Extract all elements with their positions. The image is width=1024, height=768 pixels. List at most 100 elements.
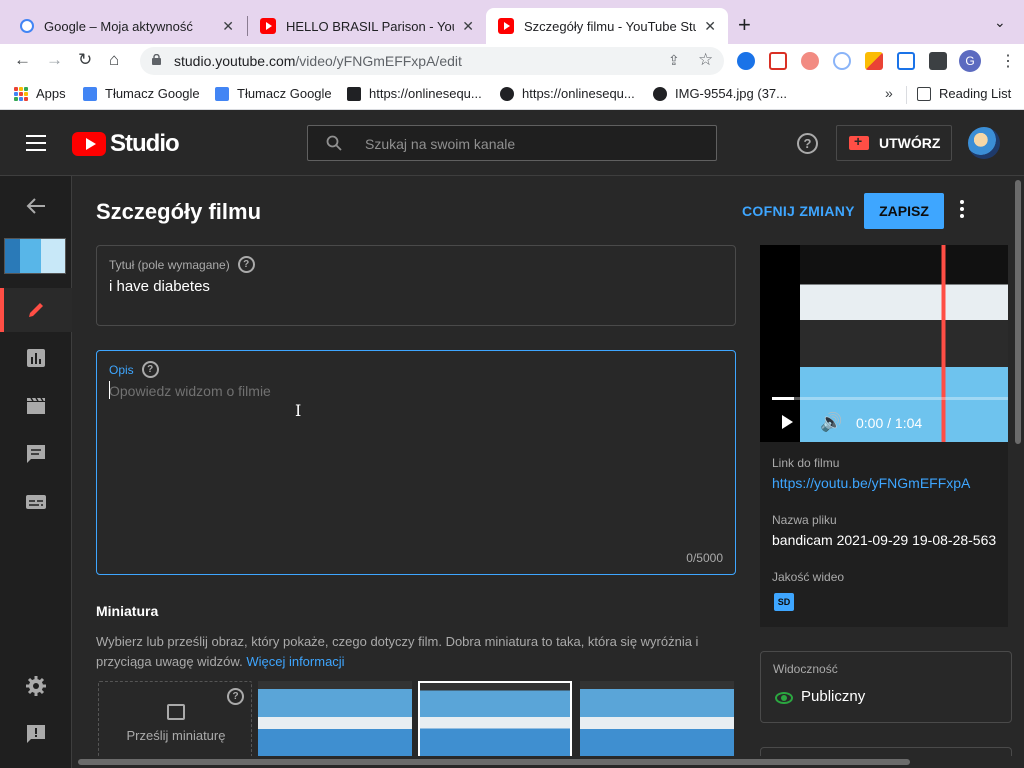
studio-logo[interactable]: Studio — [72, 130, 180, 158]
help-icon[interactable]: ? — [141, 361, 159, 378]
visibility-value: Publiczny — [801, 688, 866, 705]
address-bar[interactable]: studio.youtube.com/video/yFNGmEFFxpA/edi… — [140, 47, 724, 75]
bookmark-translate-1[interactable]: Tłumacz Google — [83, 86, 200, 101]
thumbnail-option-1[interactable] — [258, 681, 412, 756]
feedback-icon — [27, 725, 45, 743]
tab-video-details[interactable]: Szczegóły filmu - YouTube Stu ✕ — [486, 8, 728, 44]
save-button[interactable]: ZAPISZ — [864, 193, 944, 229]
studio-header: Studio Szukaj na swoim kanale ? UTWÓRZ — [0, 110, 1024, 176]
bookmark-img-9554[interactable]: IMG-9554.jpg (37... — [653, 86, 787, 101]
upload-thumbnail-button[interactable]: ? Prześlij miniaturę — [98, 681, 252, 756]
extension-screenshot-icon[interactable] — [769, 52, 787, 70]
create-camera-icon — [849, 133, 869, 150]
help-icon[interactable]: ? — [237, 256, 255, 273]
thumbnail-heading: Miniatura — [96, 603, 159, 619]
bookmark-onlinesequencer-2[interactable]: https://onlinesequ... — [500, 86, 635, 101]
nav-settings[interactable] — [0, 664, 72, 708]
quality-label: Jakość wideo — [772, 570, 845, 584]
menu-hamburger-icon[interactable] — [26, 135, 46, 156]
progress-bar[interactable] — [772, 397, 1008, 400]
video-player[interactable]: 🔊 0:00 / 1:04 — [760, 245, 1008, 442]
nav-details[interactable] — [0, 288, 72, 332]
comments-icon — [27, 445, 45, 463]
translate-icon — [83, 86, 97, 101]
tab-title: Google – Moja aktywność — [44, 18, 193, 34]
help-icon[interactable]: ? — [227, 688, 244, 705]
video-link[interactable]: https://youtu.be/yFNGmEFFxpA — [772, 475, 970, 491]
play-icon[interactable] — [782, 415, 793, 429]
volume-icon[interactable]: 🔊 — [820, 412, 842, 433]
undo-changes-button[interactable]: COFNIJ ZMIANY — [742, 203, 855, 219]
filename-label: Nazwa pliku — [772, 513, 837, 527]
home-icon[interactable]: ⌂ — [109, 50, 119, 70]
forward-arrow-icon[interactable]: → — [46, 50, 63, 70]
extension-arrow-icon[interactable] — [801, 52, 819, 70]
nav-subtitles[interactable] — [0, 480, 72, 524]
channel-search-input[interactable]: Szukaj na swoim kanale — [307, 125, 717, 161]
create-button[interactable]: UTWÓRZ — [836, 125, 952, 161]
channel-avatar[interactable] — [968, 127, 1000, 159]
close-tab-icon[interactable]: ✕ — [704, 18, 716, 35]
youtube-studio-app: Studio Szukaj na swoim kanale ? UTWÓRZ — [0, 110, 1024, 768]
help-icon[interactable]: ? — [797, 133, 818, 154]
new-tab-button[interactable]: + — [738, 12, 751, 38]
bookmark-translate-2[interactable]: Tłumacz Google — [215, 86, 332, 101]
nav-editor[interactable] — [0, 384, 72, 428]
bookmarks-bar: Apps Tłumacz Google Tłumacz Google https… — [0, 78, 1024, 110]
text-caret — [109, 381, 110, 399]
tab-google-activity[interactable]: Google – Moja aktywność ✕ — [8, 8, 246, 44]
back-to-content-button[interactable] — [0, 184, 72, 228]
extension-globe-icon[interactable] — [737, 52, 755, 70]
reading-list-button[interactable]: Reading List — [917, 86, 1011, 101]
eye-icon — [775, 692, 793, 704]
nav-analytics[interactable] — [0, 336, 72, 380]
pencil-icon — [29, 303, 43, 317]
sd-quality-badge: SD — [774, 593, 794, 611]
vertical-scrollbar[interactable] — [1012, 176, 1024, 768]
description-placeholder[interactable]: Opowiedz widzom o filmie — [109, 383, 271, 399]
tab-hello-brasil[interactable]: HELLO BRASIL Parison - YouTu ✕ — [248, 8, 486, 44]
sequencer-icon — [347, 86, 361, 101]
description-field-label: Opis — [109, 362, 134, 377]
bookmarks-overflow-icon[interactable]: » — [885, 85, 893, 101]
description-field[interactable]: Opis ? Opowiedz widzom o filmie 0/5000 — [96, 350, 736, 575]
share-icon[interactable]: ⇪ — [668, 52, 680, 69]
browser-toolbar: ← → ↻ ⌂ studio.youtube.com/video/yFNGmEF… — [0, 44, 1024, 78]
more-info-link[interactable]: Więcej informacji — [246, 654, 344, 669]
globe-icon — [500, 86, 514, 101]
youtube-icon — [498, 18, 514, 34]
nav-comments[interactable] — [0, 432, 72, 476]
close-tab-icon[interactable]: ✕ — [462, 18, 474, 35]
extension-drive-icon[interactable] — [865, 52, 883, 70]
browser-menu-icon[interactable]: ⋮ — [1000, 51, 1016, 71]
title-value[interactable]: i have diabetes — [109, 278, 210, 295]
visibility-card[interactable]: Widoczność Publiczny — [760, 651, 1012, 723]
lock-icon — [152, 54, 161, 65]
profile-avatar[interactable]: G — [959, 50, 981, 72]
video-time: 0:00 / 1:04 — [856, 415, 923, 431]
search-icon — [326, 135, 342, 151]
youtube-logo-icon — [72, 132, 106, 156]
thumbnail-option-3[interactable] — [580, 681, 734, 756]
video-thumbnail-small[interactable] — [4, 238, 66, 274]
close-tab-icon[interactable]: ✕ — [222, 18, 234, 35]
bookmark-apps[interactable]: Apps — [14, 86, 66, 101]
extension-record-icon[interactable] — [897, 52, 915, 70]
reload-icon[interactable]: ↻ — [78, 50, 92, 70]
page-title: Szczegóły filmu — [96, 199, 262, 224]
horizontal-scrollbar[interactable] — [72, 756, 1012, 768]
back-arrow-icon[interactable]: ← — [14, 50, 31, 70]
thumbnail-option-2[interactable] — [418, 681, 572, 756]
tab-title: HELLO BRASIL Parison - YouTu — [286, 18, 454, 34]
more-options-icon[interactable] — [960, 200, 966, 221]
tab-search-chevron-icon[interactable]: ⌄ — [994, 14, 1006, 31]
bookmark-onlinesequencer-1[interactable]: https://onlinesequ... — [347, 86, 482, 101]
extensions-puzzle-icon[interactable] — [929, 52, 947, 70]
visibility-label: Widoczność — [773, 662, 838, 676]
globe-icon — [653, 86, 667, 101]
title-field[interactable]: Tytuł (pole wymagane) ? i have diabetes — [96, 245, 736, 326]
bookmark-star-icon[interactable]: ☆ — [698, 50, 713, 70]
bookmarks-divider — [906, 86, 907, 104]
nav-feedback[interactable] — [0, 712, 72, 756]
extension-circle-icon[interactable] — [833, 52, 851, 70]
